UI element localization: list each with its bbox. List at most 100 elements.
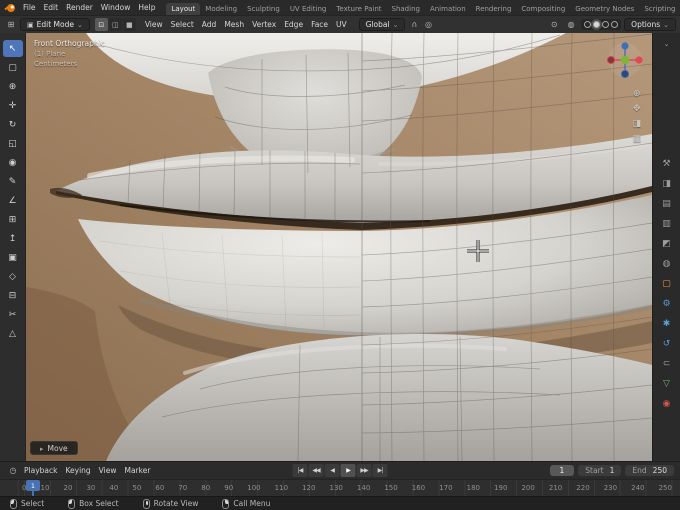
properties-tab-output[interactable]: ▤ — [658, 197, 676, 210]
properties-tab-constraints[interactable]: ⊂ — [658, 357, 676, 370]
properties-tab-material[interactable]: ◉ — [658, 397, 676, 410]
select-mode-icon-vertex-select[interactable]: ⊡ — [94, 18, 108, 31]
show-gizmo-icon[interactable] — [547, 18, 561, 31]
properties-header[interactable] — [664, 33, 670, 47]
snap-icon-snap-magnet[interactable]: ∩ — [407, 18, 421, 31]
workspace-tab[interactable]: Rendering — [471, 3, 517, 15]
properties-tab-object-data[interactable]: ▽ — [658, 377, 676, 390]
tool-poly-build[interactable]: △ — [2, 325, 23, 342]
workspace-tab[interactable]: Sculpting — [242, 3, 285, 15]
tool-inset-faces[interactable]: ▣ — [2, 249, 23, 266]
viewport-menu-item[interactable]: Mesh — [220, 19, 248, 30]
workspace-tab[interactable]: Animation — [425, 3, 471, 15]
playhead[interactable]: 1 — [26, 480, 40, 496]
status-box-select-label: Box Select — [79, 499, 119, 508]
timeline-editor-icon[interactable] — [6, 464, 20, 477]
workspace-tab[interactable]: Layout — [166, 3, 201, 15]
properties-tab-physics[interactable]: ↺ — [658, 337, 676, 350]
viewport-menu-item[interactable]: View — [141, 19, 167, 30]
workspace-tab[interactable]: Compositing — [516, 3, 570, 15]
select-mode-icon-edge-select[interactable]: ◫ — [108, 18, 122, 31]
workspace-tab[interactable]: Scripting — [639, 3, 680, 15]
tool-transform[interactable]: ◉ — [2, 154, 23, 171]
workspace-tab[interactable]: UV Editing — [285, 3, 332, 15]
snap-tools: ∩ ◎ — [407, 18, 435, 31]
mode-selector[interactable]: Edit Mode — [20, 18, 90, 31]
shading-mode-icon-rendered[interactable] — [611, 21, 619, 28]
frame-start-field[interactable]: Start 1 — [578, 465, 622, 476]
viewport-menu-item[interactable]: Face — [307, 19, 332, 30]
properties-tab-modifiers[interactable]: ⚙ — [658, 297, 676, 310]
workspace-tab[interactable]: Modeling — [200, 3, 242, 15]
tool-add-cube[interactable]: ⊞ — [2, 211, 23, 228]
select-mode-icon-face-select[interactable]: ■ — [122, 18, 136, 31]
viewport-menu-item[interactable]: Add — [198, 19, 221, 30]
viewport-gadget-toggle-grid[interactable]: ▦ — [632, 134, 641, 144]
current-frame-field[interactable]: 1 — [549, 465, 575, 476]
shading-mode-icon-wireframe[interactable] — [584, 21, 592, 28]
properties-tab-view-layer[interactable]: ▥ — [658, 217, 676, 230]
tool-extrude-region[interactable]: ↥ — [2, 230, 23, 247]
snap-icon-proportional-editing[interactable]: ◎ — [421, 18, 435, 31]
timeline-menu-item[interactable]: Marker — [120, 465, 154, 476]
tool-move[interactable]: ✛ — [2, 97, 23, 114]
tool-knife[interactable]: ✂ — [2, 306, 23, 323]
viewport-gadget-move-view[interactable]: ✥ — [633, 104, 641, 114]
tool-loop-cut[interactable]: ⊟ — [2, 287, 23, 304]
show-overlays-icon[interactable] — [564, 18, 578, 31]
options-dropdown[interactable]: Options — [624, 18, 676, 31]
tool-select-box[interactable]: ▢ — [2, 59, 23, 76]
transport-button-next-keyframe[interactable]: ▶▶ — [356, 464, 372, 477]
menu-item[interactable]: Window — [97, 2, 135, 13]
transport-button-jump-to-end[interactable]: ▶| — [372, 464, 388, 477]
shading-mode-icon-solid[interactable] — [593, 21, 601, 28]
viewport-menu-item[interactable]: UV — [332, 19, 351, 30]
viewport-3d[interactable]: ↖ ▢ ⊕ ✛ ↻ ◱ ◉ ✎ ∠ ⊞ ↥ ▣ ◇ ⊟ ✂ △ Front Orthographic (1) … — [0, 33, 652, 461]
tool-measure[interactable]: ∠ — [2, 192, 23, 209]
properties-tab-object[interactable]: ▢ — [658, 277, 676, 290]
tool-annotate[interactable]: ✎ — [2, 173, 23, 190]
blender-logo-icon[interactable] — [4, 3, 16, 13]
properties-tab-tool[interactable]: ⚒ — [658, 157, 676, 170]
workspace-tab[interactable]: Shading — [387, 3, 425, 15]
timeline-menu-item[interactable]: Playback — [20, 465, 61, 476]
frame-end-field[interactable]: End 250 — [625, 465, 674, 476]
transport-button-play[interactable]: ▶ — [340, 464, 356, 477]
editor-type-icon[interactable] — [4, 18, 18, 31]
status-call-menu-label: Call Menu — [233, 499, 271, 508]
chevron-down-icon — [664, 31, 670, 50]
tool-rotate[interactable]: ↻ — [2, 116, 23, 133]
timeline-menu-item[interactable]: Keying — [61, 465, 94, 476]
timeline-ruler[interactable]: 0 10 20 30 40 50 60 70 80 90 100 110 120 130 140 150 160… — [0, 479, 680, 496]
tool-tweak[interactable]: ↖ — [2, 40, 23, 57]
viewport-menu-item[interactable]: Select — [167, 19, 198, 30]
properties-tab-render[interactable]: ◨ — [658, 177, 676, 190]
transport-button-prev-keyframe[interactable]: ◀◀ — [308, 464, 324, 477]
ruler-number: 220 — [576, 484, 590, 492]
properties-tab-world[interactable]: ◍ — [658, 257, 676, 270]
workspace-tab[interactable]: Texture Paint — [331, 3, 386, 15]
shading-mode-icon-material-preview[interactable] — [602, 21, 610, 28]
chevron-down-icon — [393, 20, 399, 29]
tool-cursor[interactable]: ⊕ — [2, 78, 23, 95]
transform-orientation-selector[interactable]: Global — [358, 18, 406, 31]
viewport-gadget-camera-view[interactable]: ◨ — [632, 119, 641, 129]
workspace-tab[interactable]: Geometry Nodes — [570, 3, 639, 15]
navigation-gizmo[interactable] — [606, 41, 644, 79]
menu-item[interactable]: Edit — [40, 2, 63, 13]
operator-panel[interactable]: Move — [30, 441, 78, 455]
tool-bevel[interactable]: ◇ — [2, 268, 23, 285]
timeline-menu-item[interactable]: View — [95, 465, 121, 476]
tool-scale[interactable]: ◱ — [2, 135, 23, 152]
properties-tab-scene[interactable]: ◩ — [658, 237, 676, 250]
transport-button-jump-to-start[interactable]: |◀ — [292, 464, 308, 477]
main-menus: File Edit Render Window Help — [19, 2, 159, 13]
viewport-gadget-zoom[interactable]: ⊕ — [633, 89, 641, 99]
menu-item[interactable]: File — [19, 2, 40, 13]
viewport-menu-item[interactable]: Edge — [280, 19, 307, 30]
viewport-menu-item[interactable]: Vertex — [248, 19, 280, 30]
menu-item[interactable]: Help — [134, 2, 159, 13]
transport-button-play-reverse[interactable]: ◀ — [324, 464, 340, 477]
properties-tab-particles[interactable]: ✱ — [658, 317, 676, 330]
menu-item[interactable]: Render — [62, 2, 97, 13]
